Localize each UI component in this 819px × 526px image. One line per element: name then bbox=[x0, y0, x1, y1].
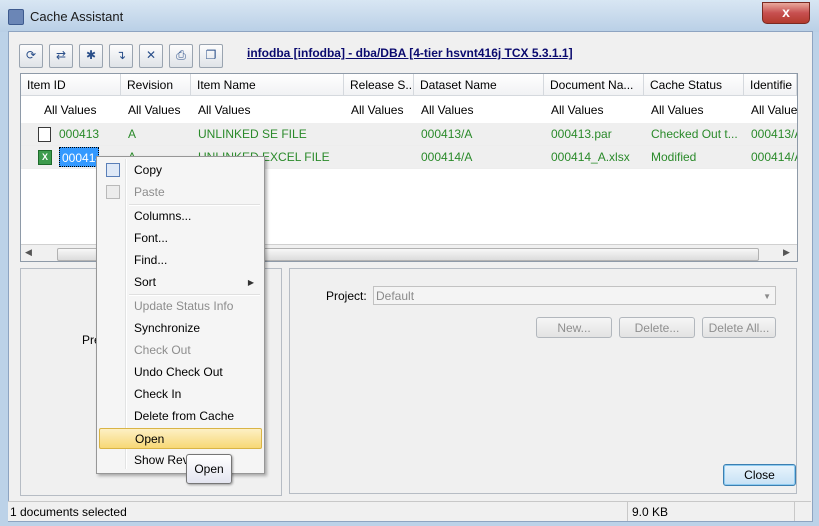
status-divider bbox=[794, 502, 795, 521]
se-part-file-icon bbox=[38, 127, 51, 142]
table-row[interactable]: 000413 A UNLINKED SE FILE 000413/A 00041… bbox=[21, 123, 797, 146]
menu-item-font[interactable]: Font... bbox=[99, 228, 262, 249]
window-title: Cache Assistant bbox=[30, 9, 124, 24]
cell-dataset-name: 000413/A bbox=[421, 127, 473, 141]
new-project-button[interactable]: New... bbox=[536, 317, 612, 338]
filter-identifier[interactable]: All Values bbox=[745, 100, 797, 120]
filter-cache-status[interactable]: All Values bbox=[645, 100, 744, 120]
cell-release-status bbox=[345, 146, 414, 168]
filter-item-name[interactable]: All Values bbox=[192, 100, 344, 120]
menu-item-sort-label: Sort bbox=[134, 275, 157, 289]
print-icon[interactable]: ⎙ bbox=[169, 44, 193, 68]
session-context-link[interactable]: infodba [infodba] - dba/DBA [4-tier hsvn… bbox=[247, 46, 573, 60]
column-header-dataset-name[interactable]: Dataset Name bbox=[414, 74, 544, 96]
cell-identifier: 000413/A bbox=[751, 127, 797, 141]
column-header-revision[interactable]: Revision bbox=[121, 74, 191, 96]
filter-document-name[interactable]: All Values bbox=[545, 100, 644, 120]
cell-cache-status: Checked Out t... bbox=[651, 127, 738, 141]
delete-icon[interactable]: ✕ bbox=[139, 44, 163, 68]
scroll-left-arrow-icon[interactable]: ◀ bbox=[25, 247, 32, 258]
app-icon bbox=[8, 9, 24, 25]
menu-item-check-in[interactable]: Check In bbox=[99, 384, 262, 405]
delete-all-projects-button[interactable]: Delete All... bbox=[702, 317, 776, 338]
column-header-item-name[interactable]: Item Name bbox=[191, 74, 344, 96]
cell-item-id: 000413 bbox=[59, 127, 100, 141]
menu-item-open[interactable]: Open bbox=[99, 428, 262, 449]
selection-count: 1 documents selected bbox=[10, 505, 127, 519]
cell-item-name: UNLINKED SE FILE bbox=[198, 127, 307, 141]
close-button[interactable]: Close bbox=[723, 464, 796, 486]
tooltip: Open bbox=[186, 454, 232, 484]
menu-item-update-status-info[interactable]: Update Status Info bbox=[99, 296, 262, 317]
column-header-cache-status[interactable]: Cache Status bbox=[644, 74, 744, 96]
menu-item-sort[interactable]: Sort ▶ bbox=[99, 272, 262, 293]
cell-dataset-name: 000414/A bbox=[421, 150, 473, 164]
menu-item-show-revision[interactable]: Show Revi bbox=[99, 450, 262, 471]
cell-cache-status: Modified bbox=[651, 150, 697, 164]
menu-item-delete-from-cache[interactable]: Delete from Cache bbox=[99, 406, 262, 427]
status-bar: 1 documents selected 9.0 KB bbox=[8, 501, 811, 521]
refresh-icon[interactable]: ⟳ bbox=[19, 44, 43, 68]
filter-release-status[interactable]: All Values bbox=[345, 100, 414, 120]
filter-revision[interactable]: All Values bbox=[122, 100, 191, 120]
status-divider bbox=[627, 502, 628, 521]
window-close-button[interactable]: x bbox=[762, 2, 810, 24]
column-header-release-status[interactable]: Release S... bbox=[344, 74, 414, 96]
menu-item-synchronize[interactable]: Synchronize bbox=[99, 318, 262, 339]
scroll-right-arrow-icon[interactable]: ▶ bbox=[783, 247, 790, 258]
chevron-down-icon: ▼ bbox=[763, 292, 771, 301]
project-label: Project: bbox=[326, 289, 367, 303]
project-dropdown-value: Default bbox=[376, 289, 415, 303]
menu-item-copy[interactable]: Copy bbox=[99, 160, 262, 181]
menu-item-find[interactable]: Find... bbox=[99, 250, 262, 271]
menu-item-undo-check-out[interactable]: Undo Check Out bbox=[99, 362, 262, 383]
menu-item-columns[interactable]: Columns... bbox=[99, 206, 262, 227]
delete-project-button[interactable]: Delete... bbox=[619, 317, 695, 338]
column-header-document-name[interactable]: Document Na... bbox=[544, 74, 644, 96]
menu-item-check-out[interactable]: Check Out bbox=[99, 340, 262, 361]
check-out-icon[interactable]: ✱ bbox=[79, 44, 103, 68]
cell-document-name: 000413.par bbox=[551, 127, 612, 141]
project-panel: Project: Default ▼ New... Delete... Dele… bbox=[289, 268, 797, 494]
context-menu: Copy Paste Columns... Font... Find... So… bbox=[96, 156, 265, 474]
window-frame: Cache Assistant x ⟳ ⇄ ✱ ↴ ✕ ⎙ ❐ infodba … bbox=[0, 0, 819, 526]
column-header-item-id[interactable]: Item ID bbox=[21, 74, 121, 96]
cell-document-name: 000414_A.xlsx bbox=[551, 150, 630, 164]
column-header-identifier[interactable]: Identifie bbox=[744, 74, 797, 96]
filter-item-id[interactable]: All Values bbox=[38, 100, 121, 120]
filter-dataset-name[interactable]: All Values bbox=[415, 100, 544, 120]
cell-identifier: 000414/A bbox=[751, 150, 797, 164]
undo-checkout-icon[interactable]: ↴ bbox=[109, 44, 133, 68]
cell-item-id-selected[interactable]: 000414 bbox=[59, 147, 99, 167]
excel-file-icon: X bbox=[38, 150, 52, 165]
project-dropdown[interactable]: Default ▼ bbox=[373, 286, 776, 305]
submenu-arrow-icon: ▶ bbox=[247, 278, 254, 287]
copy-icon[interactable]: ❐ bbox=[199, 44, 223, 68]
cell-release-status bbox=[345, 123, 414, 145]
cell-revision: A bbox=[128, 127, 137, 141]
title-bar[interactable]: Cache Assistant x bbox=[0, 0, 819, 32]
check-in-icon[interactable]: ⇄ bbox=[49, 44, 73, 68]
menu-item-paste[interactable]: Paste bbox=[99, 182, 262, 203]
cache-size: 9.0 KB bbox=[632, 505, 669, 519]
